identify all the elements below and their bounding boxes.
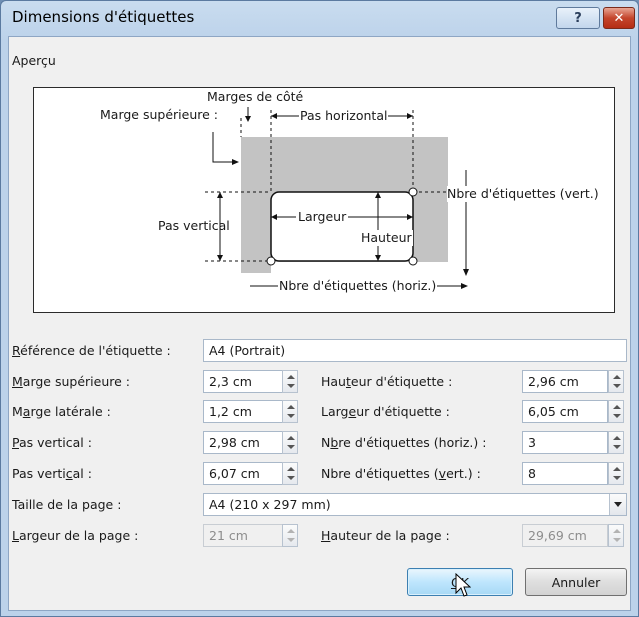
spin-up-icon[interactable] (287, 375, 295, 379)
spin-down-icon[interactable] (613, 476, 621, 480)
spin-up-icon[interactable] (287, 436, 295, 440)
diagram-arrowhead (245, 116, 251, 122)
title-bar[interactable]: Dimensions d'étiquettes ? ✕ (1, 1, 638, 41)
spin-down-icon (613, 538, 621, 542)
diagram-label-pas-horizontal: Pas horizontal (299, 108, 389, 124)
marge-laterale-input[interactable]: 1,2 cm (203, 400, 283, 423)
hauteur-etiquette-label: Hauteur d'étiquette : (321, 374, 453, 389)
spin-up-icon[interactable] (287, 467, 295, 471)
diagram-circle (266, 256, 276, 266)
diagram-arrowhead (463, 269, 469, 276)
taille-page-value: A4 (210 x 297 mm) (209, 497, 331, 512)
spin-up-icon (287, 529, 295, 533)
spin-down-icon[interactable] (287, 384, 295, 388)
nbre-vert-label: Nbre d'étiquettes (vert.) : (321, 466, 481, 481)
spin-up-icon[interactable] (613, 375, 621, 379)
marge-superieure-input[interactable]: 2,3 cm (203, 370, 283, 393)
hauteur-etiquette-spinner[interactable] (608, 370, 624, 393)
pas-vertical-label: Pas vertical : (12, 435, 92, 450)
largeur-page-label: Largeur de la page : (12, 528, 139, 543)
largeur-page-spinner (282, 524, 298, 547)
reference-input[interactable]: A4 (Portrait) (203, 339, 627, 362)
diagram-label-nbre-horiz: Nbre d'étiquettes (horiz.) (278, 278, 438, 294)
hauteur-page-spinner (608, 524, 624, 547)
marge-laterale-label: Marge latérale : (12, 404, 111, 419)
marge-superieure-spinner[interactable] (282, 370, 298, 393)
spin-down-icon[interactable] (287, 445, 295, 449)
marge-laterale-spinner[interactable] (282, 400, 298, 423)
mouse-cursor-icon (455, 573, 471, 597)
marge-superieure-label: Marge supérieure : (12, 374, 130, 389)
diagram-arrowhead (461, 283, 468, 289)
diagram-arrowhead (232, 159, 239, 165)
spin-down-icon[interactable] (287, 476, 295, 480)
diagram-label-marges-cote: Marges de côté (207, 89, 304, 104)
pas-vertical-2-label: Pas vertical : (12, 466, 92, 481)
hauteur-page-input: 29,69 cm (522, 524, 608, 547)
pas-vertical-input[interactable]: 2,98 cm (203, 431, 283, 454)
largeur-etiquette-input[interactable]: 6,05 cm (522, 400, 608, 423)
nbre-vert-spinner[interactable] (608, 462, 624, 485)
spin-up-icon[interactable] (613, 467, 621, 471)
diagram-label-pas-vertical: Pas vertical (158, 218, 230, 233)
diagram-marge-sup-arrow (212, 132, 232, 163)
pas-vertical-spinner[interactable] (282, 431, 298, 454)
nbre-vert-input[interactable]: 8 (522, 462, 608, 485)
spin-down-icon[interactable] (613, 445, 621, 449)
dialog-title: Dimensions d'étiquettes (12, 8, 195, 26)
taille-page-label: Taille de la page : (12, 497, 122, 512)
diagram-arrowhead (217, 192, 223, 198)
pas-vertical-2-spinner[interactable] (282, 462, 298, 485)
help-button[interactable]: ? (556, 7, 600, 29)
reference-label: Référence de l'étiquette : (12, 343, 171, 358)
spin-up-icon[interactable] (613, 436, 621, 440)
spin-down-icon[interactable] (613, 414, 621, 418)
largeur-etiquette-label: Largeur d'étiquette : (321, 404, 450, 419)
largeur-etiquette-spinner[interactable] (608, 400, 624, 423)
diagram-circle (408, 187, 418, 197)
dialog-body: Aperçu Marges de côté Marge supérieure:… (8, 36, 631, 611)
cancel-button-label: Annuler (551, 574, 601, 590)
close-button[interactable]: ✕ (603, 7, 635, 29)
diagram-label-marge-superieure: Marge supérieure : (100, 107, 218, 122)
diagram-label-rect (270, 191, 414, 262)
nbre-horiz-input[interactable]: 3 (522, 431, 608, 454)
preview-diagram: Marges de côté Marge supérieure : Pas ho… (33, 87, 615, 313)
cancel-button[interactable]: Annuler (525, 568, 627, 596)
close-icon: ✕ (613, 10, 625, 26)
pas-vertical-2-input[interactable]: 6,07 cm (203, 462, 283, 485)
hauteur-page-label: Hauteur de la page : (321, 528, 450, 543)
chevron-down-icon[interactable] (609, 494, 626, 515)
preview-group-label: Aperçu (12, 53, 56, 68)
diagram-bottom-strip (271, 262, 448, 274)
dialog-window: Dimensions d'étiquettes ? ✕ Aperçu Marge… (0, 0, 639, 617)
diagram-arrowhead (407, 113, 413, 119)
help-icon: ? (574, 10, 582, 26)
diagram-label-hauteur: Hauteur (360, 230, 413, 246)
nbre-horiz-label: Nbre d'étiquettes (horiz.) : (321, 435, 487, 450)
diagram-label-nbre-vert: Nbre d'étiquettes (vert.) (447, 186, 599, 202)
diagram-arrowhead (217, 255, 223, 261)
spin-up-icon[interactable] (613, 405, 621, 409)
largeur-page-input: 21 cm (203, 524, 283, 547)
hauteur-etiquette-input[interactable]: 2,96 cm (522, 370, 608, 393)
diagram-arrowhead (271, 113, 277, 119)
taille-page-select[interactable]: A4 (210 x 297 mm) (203, 493, 627, 516)
diagram-label-largeur: Largeur (296, 209, 349, 225)
nbre-horiz-spinner[interactable] (608, 431, 624, 454)
spin-down-icon (287, 538, 295, 542)
spin-down-icon[interactable] (287, 414, 295, 418)
diagram-circle (408, 256, 418, 266)
spin-down-icon[interactable] (613, 384, 621, 388)
spin-up-icon (613, 529, 621, 533)
spin-up-icon[interactable] (287, 405, 295, 409)
